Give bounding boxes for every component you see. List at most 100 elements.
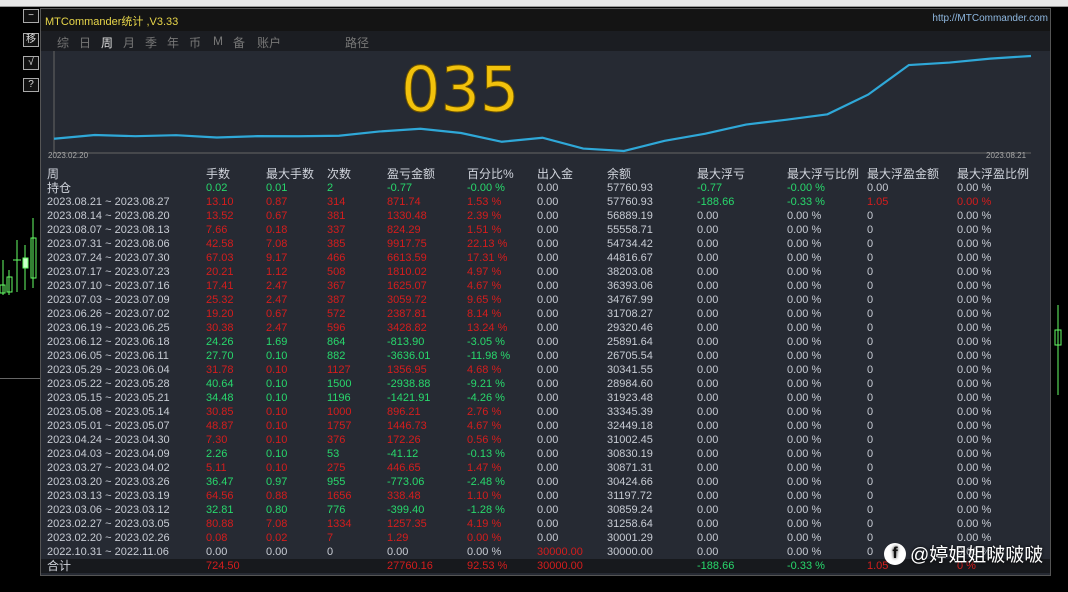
cell: 0.00 xyxy=(697,224,719,236)
cell: 4.19 % xyxy=(467,518,502,530)
cell: 596 xyxy=(327,322,346,334)
cell: 9.65 % xyxy=(467,294,502,306)
cell: 0.00 % xyxy=(787,532,822,544)
cell: 0.10 xyxy=(266,420,288,432)
tab-8[interactable]: 备 xyxy=(233,34,245,51)
cell: 0.00 % xyxy=(787,504,822,516)
cell: 40.64 xyxy=(206,378,234,390)
tab-4[interactable]: 季 xyxy=(145,34,157,51)
cell: 0 xyxy=(867,448,874,460)
website-link[interactable]: http://MTCommander.com xyxy=(932,13,1048,24)
cell: 0.00 xyxy=(206,546,228,558)
cell: 31708.27 xyxy=(607,308,653,320)
tab-7[interactable]: M xyxy=(213,34,223,48)
cell: 0.00 xyxy=(697,280,719,292)
cell: 64.56 xyxy=(206,490,234,502)
cell: 0 xyxy=(867,434,874,446)
table-row: 2023.07.24 ~ 2023.07.30 67.03 9.17 466 6613.… xyxy=(41,251,1050,265)
cell: 8.14 % xyxy=(467,308,502,320)
cell: 0.00 xyxy=(697,434,719,446)
tab-9[interactable]: 账户 xyxy=(257,34,281,51)
cell: 2023.04.24 ~ 2023.04.30 xyxy=(47,434,170,446)
cell: 0 xyxy=(327,546,334,558)
cell: 864 xyxy=(327,336,346,348)
minimize-button[interactable]: − xyxy=(23,9,39,23)
cell: 0 xyxy=(867,406,874,418)
cell: 0.00 % xyxy=(787,252,822,264)
tab-10[interactable]: 路径 xyxy=(345,34,369,51)
cell: 0.00 xyxy=(537,434,559,446)
cell: 7.30 xyxy=(206,434,228,446)
cell: 2023.05.01 ~ 2023.05.07 xyxy=(47,420,170,432)
cell: 0.00 % xyxy=(787,518,822,530)
cell: 2022.10.31 ~ 2022.11.06 xyxy=(47,546,169,558)
table-row: 2023.04.03 ~ 2023.04.09 2.26 0.10 53 -41.12 -… xyxy=(41,447,1050,461)
cell: 28984.60 xyxy=(607,378,653,390)
cell: 1.53 % xyxy=(467,196,502,208)
cell: 0 xyxy=(867,378,874,390)
cell: 0.00 % xyxy=(957,280,992,292)
cell: 0.00 xyxy=(537,420,559,432)
cell: 1757 xyxy=(327,420,352,432)
cell: 20.21 xyxy=(206,266,234,278)
cell: 0.00 xyxy=(266,546,288,558)
cell: 0.00 xyxy=(697,406,719,418)
cell: 2023.02.27 ~ 2023.03.05 xyxy=(47,518,170,530)
cell: 0.00 xyxy=(537,266,559,278)
cell: 0.00 % xyxy=(787,406,822,418)
cell: 30871.31 xyxy=(607,462,653,474)
cell: 30.85 xyxy=(206,406,234,418)
cell: 0.67 xyxy=(266,308,288,320)
cell: 0 xyxy=(867,392,874,404)
table-row: 2023.06.26 ~ 2023.07.02 19.20 0.67 572 2387.… xyxy=(41,307,1050,321)
table-row: 2023.08.14 ~ 2023.08.20 13.52 0.67 381 1330.… xyxy=(41,209,1050,223)
cell: 31258.64 xyxy=(607,518,653,530)
cell: 0.00 xyxy=(697,364,719,376)
cell: 385 xyxy=(327,238,346,250)
cell: 2.47 xyxy=(266,322,288,334)
tab-6[interactable]: 币 xyxy=(189,34,201,51)
tab-5[interactable]: 年 xyxy=(167,34,179,51)
cell: 0 xyxy=(867,224,874,236)
cell: 1356.95 xyxy=(387,364,427,376)
move-button[interactable]: 移 xyxy=(23,33,39,47)
cell: 0.00 % xyxy=(957,238,992,250)
cell: 32.81 xyxy=(206,504,234,516)
cell: 0.00 % xyxy=(957,210,992,222)
cell: 34767.99 xyxy=(607,294,653,306)
cell: 871.74 xyxy=(387,196,421,208)
cell: 0.00 xyxy=(537,406,559,418)
cell: 25.32 xyxy=(206,294,234,306)
cell: 0.00 xyxy=(537,280,559,292)
tab-1[interactable]: 日 xyxy=(79,34,91,51)
cell: 6613.59 xyxy=(387,252,427,264)
column-header: 盈亏金额 xyxy=(387,167,436,181)
cell: 2023.07.03 ~ 2023.07.09 xyxy=(47,294,170,306)
cell: 7 xyxy=(327,532,334,544)
cell: -4.26 % xyxy=(467,392,505,404)
cell: 31923.48 xyxy=(607,392,653,404)
tab-0[interactable]: 综 xyxy=(57,34,69,51)
table-row: 2023.03.13 ~ 2023.03.19 64.56 0.88 1656 338.… xyxy=(41,489,1050,503)
cell: 0.10 xyxy=(266,350,288,362)
cell: 31.78 xyxy=(206,364,234,376)
tab-3[interactable]: 月 xyxy=(123,34,135,51)
help-button[interactable]: ? xyxy=(23,78,39,92)
cell: 0.00 % xyxy=(957,504,992,516)
tab-2[interactable]: 周 xyxy=(101,34,113,51)
table-row: 2023.04.24 ~ 2023.04.30 7.30 0.10 376 172.26… xyxy=(41,433,1050,447)
cell: 0.00 xyxy=(697,518,719,530)
cell: 0.00 xyxy=(537,504,559,516)
cell: 0.00 % xyxy=(787,322,822,334)
cell: 0 xyxy=(867,294,874,306)
open-position-max_fp_pct: 0.00 % xyxy=(957,182,992,194)
cell: 0.80 xyxy=(266,504,288,516)
cell: 4.68 % xyxy=(467,364,502,376)
check-button[interactable]: √ xyxy=(23,56,39,70)
cell: -813.90 xyxy=(387,336,425,348)
table-row: 2023.05.29 ~ 2023.06.04 31.78 0.10 1127 1356… xyxy=(41,363,1050,377)
cell: -1.28 % xyxy=(467,504,505,516)
cell: 0 xyxy=(867,336,874,348)
cell: 0.00 % xyxy=(787,476,822,488)
cell: 0.00 xyxy=(697,504,719,516)
